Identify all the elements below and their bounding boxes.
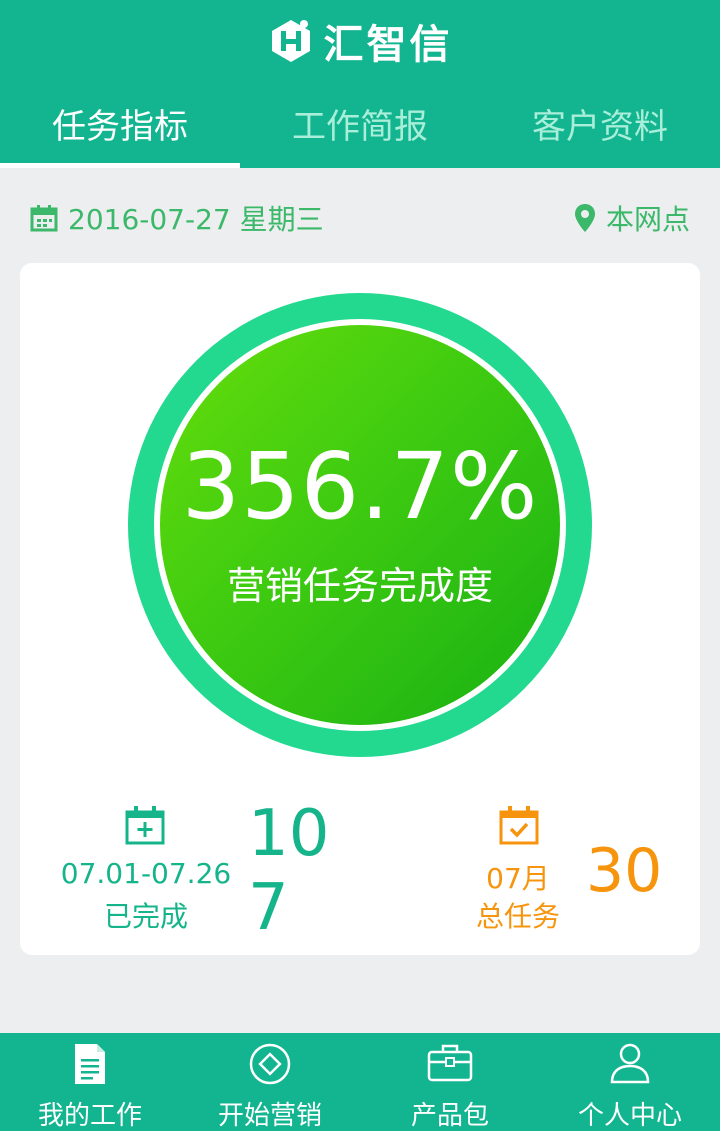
diamond-circle-icon: [249, 1043, 291, 1085]
calendar-add-icon: [125, 806, 165, 845]
completion-percentage: 356.7%: [181, 433, 539, 540]
calendar-check-icon: [499, 806, 539, 845]
app-logo-icon: [271, 20, 310, 62]
nav-my-work[interactable]: 我的工作: [0, 1033, 180, 1131]
nav-my-work-label: 我的工作: [37, 1101, 142, 1131]
app-header: 汇智信 任务指标 工作简报 客户资料: [0, 0, 720, 168]
total-value: 30: [586, 836, 663, 906]
brand: 汇智信: [0, 10, 720, 72]
app-title: 汇智信: [323, 21, 453, 68]
task-metrics-card: 356.7% 营销任务完成度 07.01-07.26 已完成 107 07月 总…: [20, 263, 700, 955]
total-label: 总任务: [475, 900, 560, 933]
total-period: 07月: [486, 862, 550, 895]
completed-period: 07.01-07.26: [60, 857, 232, 890]
tab-customer-info[interactable]: 客户资料: [480, 92, 720, 168]
completed-label: 已完成: [103, 900, 188, 933]
tab-task-metrics[interactable]: 任务指标: [0, 92, 240, 168]
nav-profile-label: 个人中心: [577, 1101, 682, 1131]
nav-start-marketing[interactable]: 开始营销: [180, 1033, 360, 1131]
nav-product-package-label: 产品包: [410, 1101, 489, 1131]
completion-label: 营销任务完成度: [226, 564, 493, 608]
tab-work-brief[interactable]: 工作简报: [240, 92, 480, 168]
bottom-nav: 我的工作 开始营销 产品包 个人中心: [0, 1033, 720, 1131]
nav-profile[interactable]: 个人中心: [540, 1033, 720, 1131]
document-icon: [75, 1044, 105, 1084]
completed-value: 107: [248, 797, 330, 945]
completion-gauge: 356.7% 营销任务完成度: [128, 293, 592, 757]
branch-label: 本网点: [605, 203, 690, 236]
branch-selector[interactable]: 本网点: [574, 198, 690, 238]
nav-product-package[interactable]: 产品包: [360, 1033, 540, 1131]
calendar-icon: [30, 205, 58, 232]
nav-start-marketing-label: 开始营销: [217, 1101, 322, 1131]
info-row: 2016-07-27 星期三 本网点: [0, 192, 720, 244]
location-pin-icon: [574, 204, 595, 232]
date-display: 2016-07-27 星期三: [30, 198, 324, 238]
date-text: 2016-07-27 星期三: [68, 203, 324, 236]
top-tabs: 任务指标 工作简报 客户资料: [0, 92, 720, 168]
user-icon: [610, 1043, 650, 1084]
briefcase-icon: [427, 1044, 473, 1082]
